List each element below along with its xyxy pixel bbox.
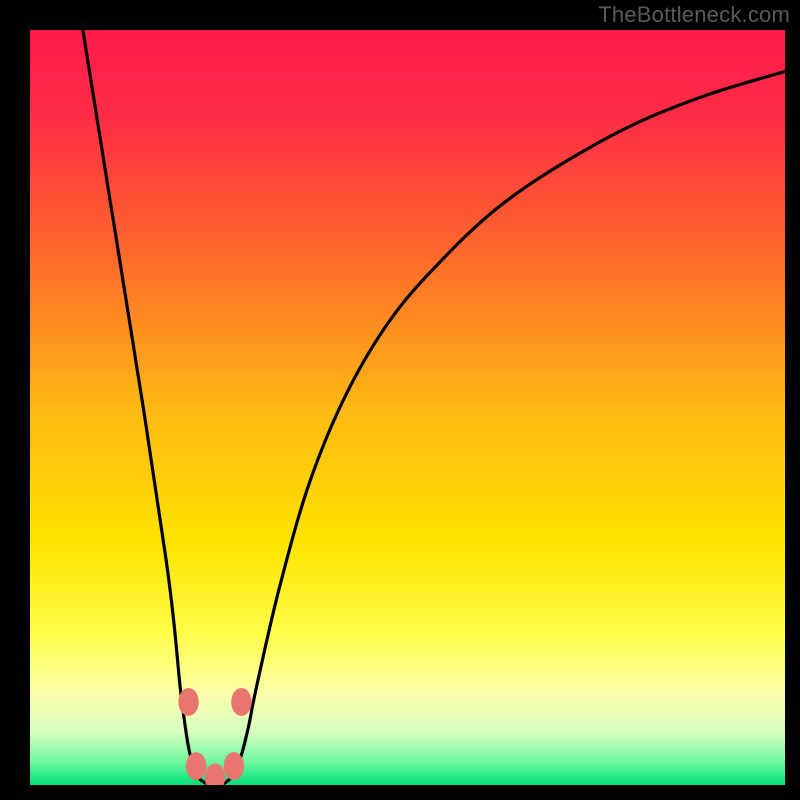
curve-marker	[178, 688, 198, 716]
curve-marker	[224, 752, 244, 780]
curve-marker	[186, 752, 206, 780]
plot-svg	[30, 30, 785, 785]
plot-area	[30, 30, 785, 785]
chart-frame: TheBottleneck.com	[0, 0, 800, 800]
watermark-text: TheBottleneck.com	[598, 2, 790, 28]
curve-marker	[231, 688, 251, 716]
